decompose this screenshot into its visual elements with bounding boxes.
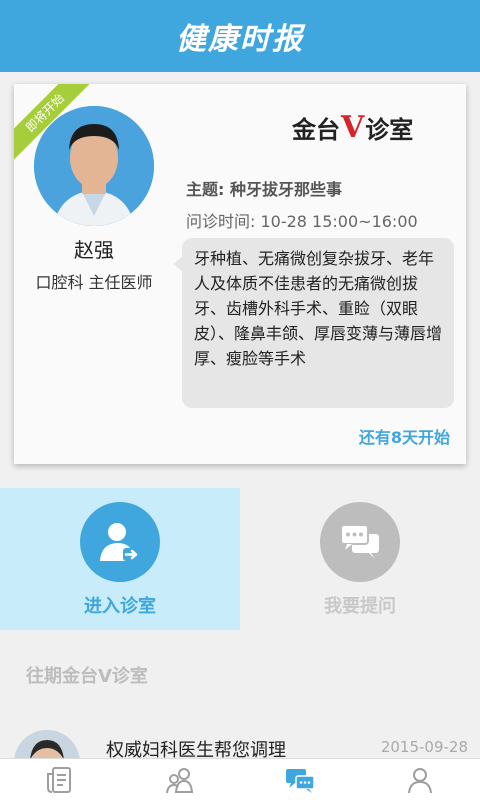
tab-news[interactable]: [0, 759, 120, 800]
doctors-icon: [166, 767, 194, 793]
tab-clinic[interactable]: [240, 759, 360, 800]
jintai-v-clinic-logo: 金台 V 诊室: [292, 110, 413, 145]
doctor-title: 口腔科 主任医师: [35, 273, 153, 292]
logo-text-1: 金台: [292, 115, 340, 144]
clinic-card[interactable]: 即将开始 赵强 口腔科 主任医师 金台 V 诊室 主题: 种牙拔牙那些事 问诊时…: [14, 84, 466, 464]
profile-icon: [408, 767, 432, 793]
tab-doctors[interactable]: [120, 759, 240, 800]
list-item-date: 2015-09-28: [380, 738, 468, 756]
countdown-label: 还有8天开始: [358, 428, 450, 447]
app-title: 健康时报: [176, 22, 304, 57]
enter-clinic-label: 进入诊室: [84, 596, 156, 617]
doctor-name: 赵强: [74, 238, 114, 262]
clinic-description: 牙种植、无痛微创复杂拔牙、老年人及体质不佳患者的无痛微创拔牙、齿槽外科手术、重睑…: [173, 238, 454, 408]
news-icon: [47, 766, 71, 793]
ask-question-label: 我要提问: [324, 596, 396, 617]
clinic-topic: 主题: 种牙拔牙那些事: [186, 180, 342, 199]
clinic-time: 问诊时间: 10-28 15:00~16:00: [186, 212, 418, 231]
chat-bubbles-icon: [320, 502, 400, 582]
clinic-chat-icon: [286, 768, 315, 793]
bottom-tab-bar: [0, 758, 480, 800]
logo-v: V: [341, 110, 365, 145]
doctor-avatar: [34, 106, 154, 226]
app-header: 健康时报: [0, 0, 480, 72]
ask-question-button[interactable]: 我要提问: [240, 488, 480, 630]
enter-clinic-icon: [80, 502, 160, 582]
tab-profile[interactable]: [360, 759, 480, 800]
logo-text-2: 诊室: [365, 115, 414, 144]
past-clinics-heading: 往期金台V诊室: [26, 666, 148, 687]
enter-clinic-button[interactable]: 进入诊室: [0, 488, 240, 630]
